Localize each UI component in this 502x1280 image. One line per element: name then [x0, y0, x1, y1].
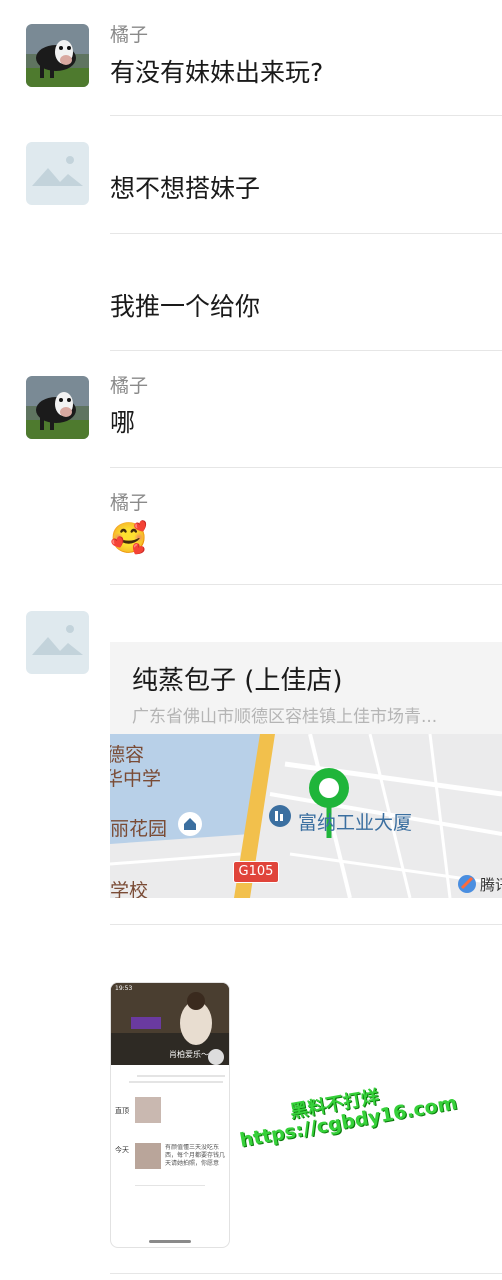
- chat-window: 橘子 有没有妹妹出来玩? 想不想搭妹子 我推一个给你 橘子 哪 橘子 🥰 纯蒸包…: [0, 0, 502, 1280]
- avatar-placeholder[interactable]: [26, 142, 89, 205]
- message-row: 橘子 哪: [0, 351, 502, 468]
- text-line: [137, 1075, 225, 1077]
- row-label: 今天: [115, 1146, 129, 1154]
- road-shield: G105: [233, 861, 279, 883]
- row-label: 直顶: [115, 1107, 129, 1115]
- map-poi-label: 富纳工业大厦: [298, 812, 413, 834]
- footer-line: [135, 1185, 205, 1186]
- map-label: 学校: [110, 880, 149, 898]
- divider: [110, 924, 502, 925]
- screenshot-image[interactable]: 19:53 肖柏爱乐～ 直顶 今天 有颜值懂三天没吃东西，每个月都要存钱几天请她…: [110, 982, 230, 1248]
- sender-name: 橘子: [110, 375, 149, 397]
- avatar-cow[interactable]: [26, 24, 89, 87]
- location-map[interactable]: 德容 华中学 丽花园 学校 富纳工业大厦 G105 腾讯: [110, 734, 502, 898]
- divider: [110, 1273, 502, 1274]
- message-row: 想不想搭妹子: [0, 116, 502, 234]
- row-thumbnail: [135, 1143, 161, 1169]
- status-time: 19:53: [115, 985, 133, 992]
- location-address: 广东省佛山市顺德区容桂镇上佳市场青...: [132, 707, 438, 727]
- avatar-cow[interactable]: [26, 376, 89, 439]
- message-text[interactable]: 想不想搭妹子: [110, 174, 260, 204]
- message-text[interactable]: 我推一个给你: [110, 292, 260, 322]
- map-provider-label: 腾讯: [480, 876, 502, 894]
- video-thumbnail: 19:53 肖柏爱乐～: [111, 983, 229, 1065]
- row-thumbnail: [135, 1097, 161, 1123]
- emoji-heart-eyes[interactable]: 🥰: [110, 524, 147, 554]
- location-card[interactable]: 纯蒸包子 (上佳店) 广东省佛山市顺德区容桂镇上佳市场青... 德容 华中学 丽…: [110, 642, 502, 898]
- message-text[interactable]: 哪: [110, 408, 135, 438]
- home-indicator: [149, 1240, 191, 1243]
- video-caption: 肖柏爱乐～: [169, 1050, 209, 1059]
- avatar-placeholder[interactable]: [26, 611, 89, 674]
- sender-name: 橘子: [110, 492, 149, 514]
- map-label: 华中学: [110, 768, 162, 790]
- message-text[interactable]: 有没有妹妹出来玩?: [110, 58, 323, 88]
- sender-name: 橘子: [110, 24, 149, 46]
- text-line: [129, 1081, 223, 1083]
- message-row: 橘子 🥰: [0, 468, 502, 585]
- message-row: 橘子 有没有妹妹出来玩?: [0, 0, 502, 116]
- location-title: 纯蒸包子 (上佳店): [132, 666, 343, 696]
- map-label: 丽花园: [110, 818, 168, 840]
- row-text: 有颜值懂三天没吃东西，每个月都要存钱几天请她拍照，你愿意不...: [165, 1144, 225, 1167]
- map-label: 德容: [110, 744, 145, 766]
- message-row: 我推一个给你: [0, 234, 502, 351]
